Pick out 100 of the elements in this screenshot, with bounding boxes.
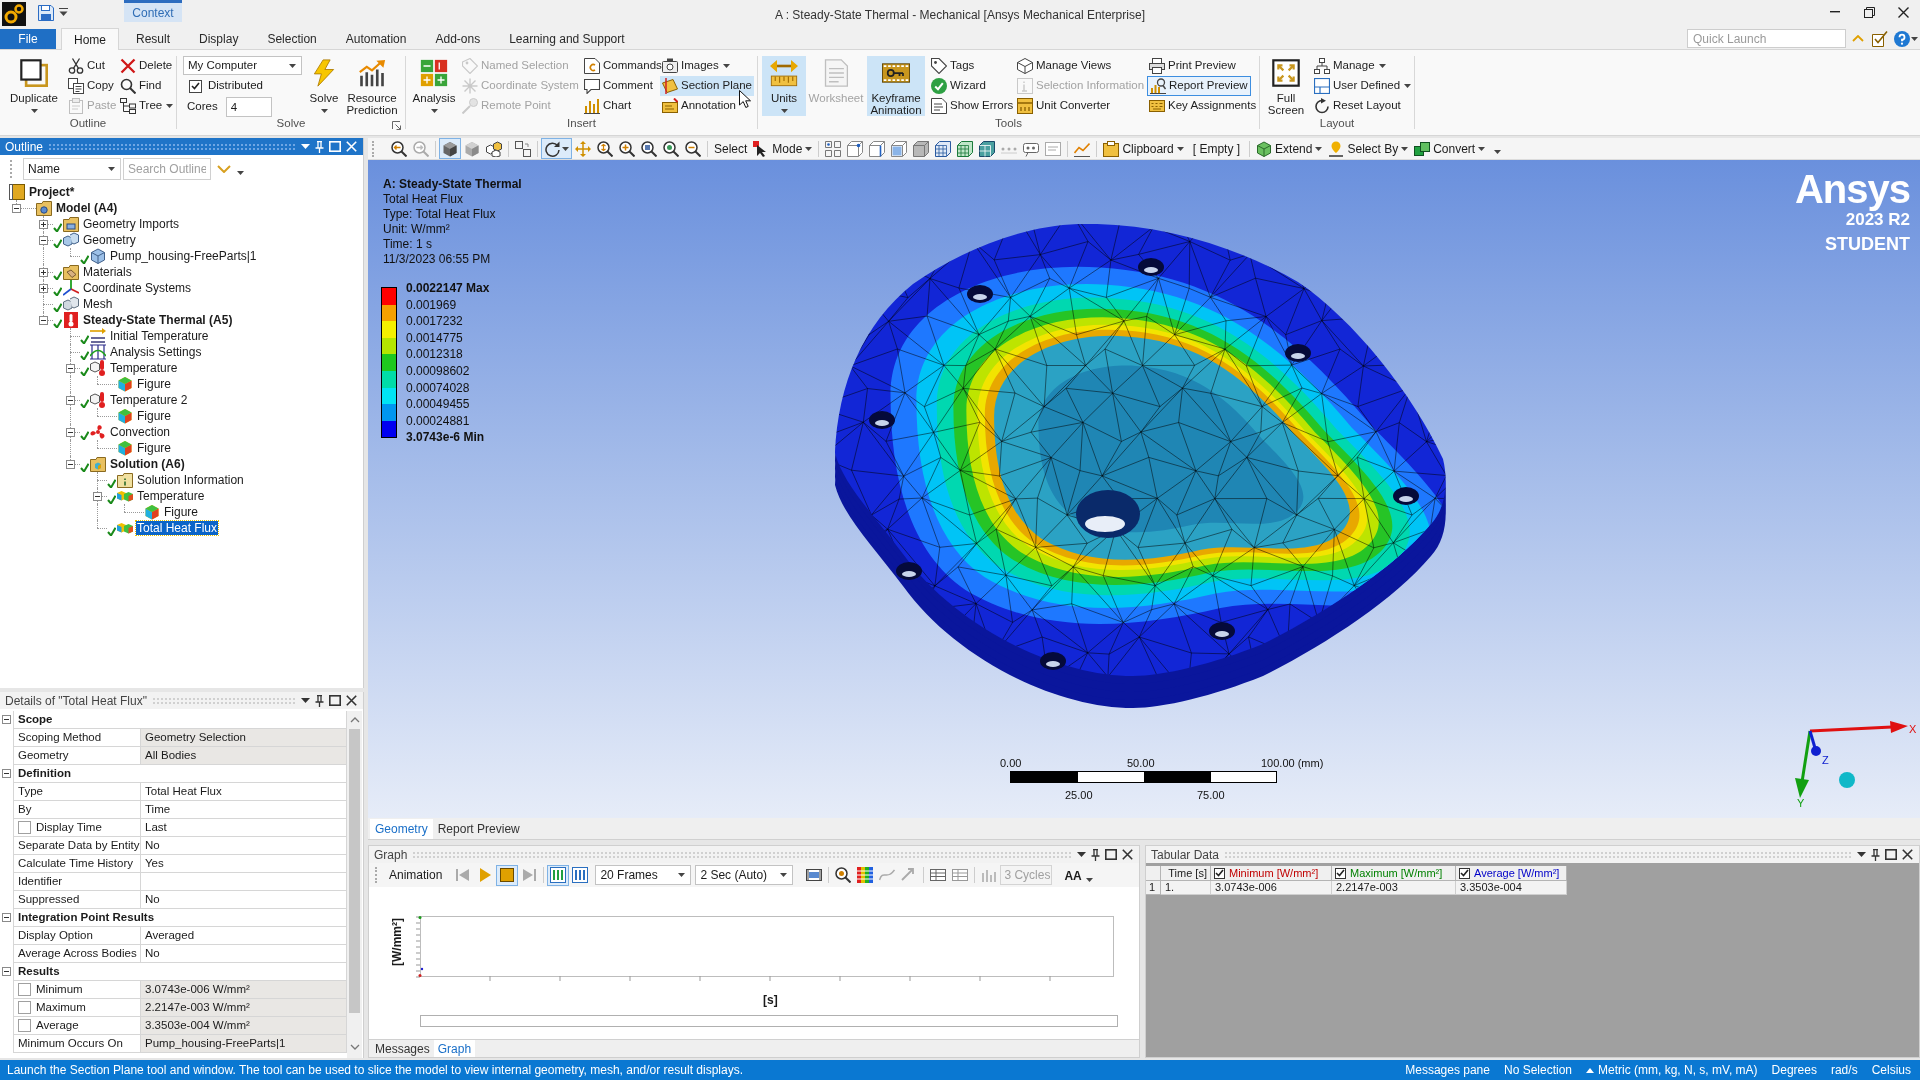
caret-icon[interactable]	[237, 171, 244, 175]
shaded-cube-icon[interactable]	[464, 140, 480, 157]
maximize-icon[interactable]	[1885, 849, 1897, 860]
tree-item[interactable]: Project*	[28, 185, 76, 199]
tree-item[interactable]: Convection	[109, 425, 172, 439]
minus-box-icon[interactable]	[2, 913, 11, 922]
property-value[interactable]: Averaged	[141, 927, 347, 945]
text-size-button[interactable]: AA	[1062, 865, 1095, 885]
tree-item[interactable]: Initial Temperature	[109, 329, 210, 343]
plus-box-icon[interactable]	[39, 219, 48, 229]
ribbon-tab[interactable]: Home	[61, 28, 119, 50]
ribbon-tab[interactable]: Add-ons	[423, 28, 493, 49]
property-value[interactable]: No	[141, 891, 347, 909]
select-by-button[interactable]: Select By	[1325, 137, 1412, 160]
squares-grid-icon[interactable]	[825, 140, 842, 157]
plus-box-icon[interactable]	[39, 283, 48, 293]
ribbon-button[interactable]: Section Plane	[660, 76, 754, 96]
minus-box-icon[interactable]	[2, 967, 11, 976]
ribbon-tab[interactable]: Automation	[333, 28, 419, 49]
tree-item[interactable]: Solution (A6)	[109, 457, 186, 471]
tree-item[interactable]: Figure	[136, 441, 172, 455]
scrollbar-thumb[interactable]	[349, 729, 360, 1013]
zoom-out-icon[interactable]	[685, 140, 701, 157]
cube-cluster-icon[interactable]	[486, 140, 502, 157]
ribbon-tab[interactable]: Result	[124, 28, 183, 49]
stop-button[interactable]	[496, 864, 519, 886]
restore-icon[interactable]	[1863, 6, 1875, 18]
checklist-icon[interactable]	[1872, 30, 1888, 47]
unit-system-button[interactable]: Metric (mm, kg, N, s, mV, mA)	[1586, 1061, 1758, 1079]
clipboard-button[interactable]: Clipboard	[1100, 137, 1187, 160]
pin-icon[interactable]	[1871, 848, 1880, 861]
tree-item[interactable]: Figure	[163, 505, 199, 519]
ribbon-button[interactable]: Report Preview	[1147, 76, 1251, 96]
plus-box-icon[interactable]	[39, 267, 48, 277]
ribbon-button[interactable]: Comment	[582, 76, 655, 96]
ribbon-tab[interactable]: Display	[187, 28, 251, 49]
color-grid-icon[interactable]	[857, 867, 874, 883]
caret-icon[interactable]	[1077, 852, 1086, 857]
property-value[interactable]: No	[141, 837, 347, 855]
property-value[interactable]: Total Heat Flux	[141, 783, 347, 801]
caret-icon[interactable]	[1857, 852, 1866, 857]
ribbon-button[interactable]: Key Assignments	[1147, 96, 1259, 116]
tree-item[interactable]: Temperature 2	[109, 393, 189, 407]
cube-body-icon[interactable]	[913, 140, 930, 157]
ribbon-button[interactable]: Cut	[66, 56, 107, 76]
cores-field[interactable]: 4	[225, 97, 272, 117]
property-value[interactable]: Last	[141, 819, 347, 837]
element-cube-icon[interactable]	[957, 140, 974, 157]
minus-box-icon[interactable]	[2, 715, 11, 724]
dialog-launcher-icon[interactable]	[392, 121, 401, 130]
checkbox[interactable]	[18, 983, 31, 996]
ribbon-button[interactable]: Show Errors	[929, 96, 1016, 116]
ribbon-button[interactable]: Resource Prediction	[341, 56, 403, 116]
ribbon-button[interactable]: Solve	[307, 56, 341, 116]
tree-item[interactable]: Model (A4)	[55, 201, 119, 215]
select-button[interactable]: Select	[711, 137, 751, 160]
minus-box-icon[interactable]	[66, 459, 75, 469]
minus-box-icon[interactable]	[93, 491, 102, 501]
magnifier-fit-icon[interactable]	[663, 140, 679, 157]
ribbon-button[interactable]: Manage	[1312, 56, 1388, 76]
film-icon[interactable]	[806, 867, 823, 883]
tree-item[interactable]: Temperature	[136, 489, 206, 503]
dots-bubble-icon[interactable]	[1023, 140, 1040, 157]
checkbox[interactable]	[189, 79, 202, 93]
zoom-in-icon[interactable]	[619, 140, 635, 157]
squares-icon[interactable]	[515, 140, 531, 157]
checkbox[interactable]	[1214, 867, 1225, 879]
panel-tab[interactable]: Graph	[433, 1040, 476, 1057]
checkbox[interactable]	[1335, 867, 1346, 879]
extend-button[interactable]: Extend	[1253, 137, 1326, 160]
shaded-view-button[interactable]	[439, 138, 461, 159]
distribution-button[interactable]	[547, 864, 570, 886]
search-field[interactable]: Search Outline	[123, 158, 211, 180]
table-icon[interactable]	[930, 867, 947, 883]
magnifier-icon[interactable]	[835, 867, 852, 883]
ribbon-button[interactable]: Tree	[118, 96, 176, 116]
minus-box-icon[interactable]	[66, 427, 75, 437]
tree-item[interactable]: Geometry	[82, 233, 137, 247]
maximize-icon[interactable]	[1105, 849, 1117, 860]
tree-item[interactable]: Solution Information	[136, 473, 245, 487]
tree-item[interactable]: Figure	[136, 377, 172, 391]
ribbon-button[interactable]: Duplicate	[4, 56, 64, 116]
context-tab[interactable]: Context	[124, 0, 182, 22]
minus-box-icon[interactable]	[2, 769, 11, 778]
line-graph-icon[interactable]	[1074, 140, 1091, 157]
tree-item[interactable]: Materials	[82, 265, 133, 279]
ribbon-button[interactable]: Units	[762, 56, 806, 116]
close-icon[interactable]	[346, 695, 357, 706]
ribbon-button[interactable]: Delete	[118, 56, 175, 76]
close-icon[interactable]	[1897, 6, 1909, 18]
tree-item[interactable]: Geometry Imports	[82, 217, 181, 231]
save-icon[interactable]	[38, 5, 54, 21]
property-value[interactable]: Time	[141, 801, 347, 819]
view-tab[interactable]: Geometry	[370, 819, 433, 839]
ribbon-button[interactable]: Annotation	[660, 96, 738, 116]
minus-box-icon[interactable]	[39, 315, 48, 325]
minus-box-icon[interactable]	[66, 395, 75, 405]
ribbon-button[interactable]: Analysis	[412, 56, 456, 116]
view-tab[interactable]: Report Preview	[432, 819, 525, 839]
property-value[interactable]: Yes	[141, 855, 347, 873]
